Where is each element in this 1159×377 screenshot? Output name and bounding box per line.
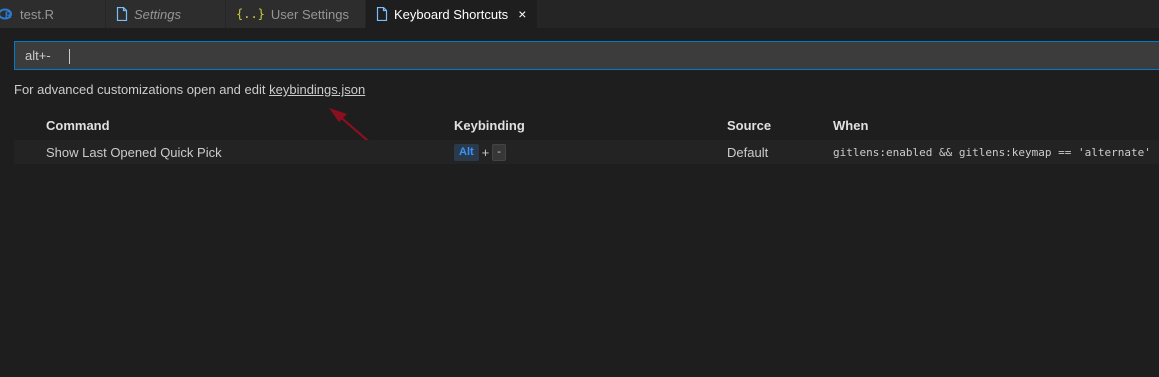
text-cursor	[69, 49, 70, 64]
tab-user-settings[interactable]: {..} User Settings	[226, 0, 366, 28]
keybindings-table-header: Command Keybinding Source When	[14, 115, 1159, 137]
column-header-source[interactable]: Source	[727, 118, 771, 133]
table-row[interactable]: Show Last Opened Quick Pick Alt + - Defa…	[14, 140, 1159, 164]
file-icon	[376, 7, 388, 21]
tab-label: Settings	[134, 6, 181, 22]
r-file-icon: R	[0, 7, 14, 21]
customization-hint: For advanced customizations open and edi…	[14, 82, 365, 97]
close-icon[interactable]: ×	[518, 7, 526, 21]
tab-keyboard-shortcuts[interactable]: Keyboard Shortcuts ×	[366, 0, 538, 28]
column-header-keybinding[interactable]: Keybinding	[454, 118, 525, 133]
tab-label: test.R	[20, 6, 54, 22]
svg-text:R: R	[5, 10, 12, 20]
column-header-command[interactable]: Command	[46, 118, 110, 133]
tab-settings[interactable]: Settings	[106, 0, 226, 28]
tab-label: Keyboard Shortcuts	[394, 6, 509, 22]
tab-test-r[interactable]: R test.R	[0, 0, 106, 28]
hint-text: For advanced customizations open and edi…	[14, 82, 270, 97]
json-braces-icon: {..}	[236, 7, 265, 21]
tab-label: User Settings	[270, 6, 349, 22]
keyboard-shortcuts-editor: R test.R Settings {..} User Settings Key…	[0, 0, 1159, 377]
keycap-alt: Alt	[454, 144, 479, 161]
key-separator: +	[481, 145, 490, 160]
search-keybindings-box[interactable]	[14, 41, 1159, 70]
keycap-minus: -	[492, 144, 506, 161]
when-cell: gitlens:enabled && gitlens:keymap == 'al…	[833, 146, 1151, 159]
editor-tab-bar: R test.R Settings {..} User Settings Key…	[0, 0, 1159, 28]
search-input[interactable]	[25, 48, 1125, 63]
keybindings-json-link[interactable]: keybindings.json	[269, 82, 365, 97]
command-cell: Show Last Opened Quick Pick	[46, 145, 222, 160]
column-header-when[interactable]: When	[833, 118, 868, 133]
keybinding-cell[interactable]: Alt + -	[454, 144, 506, 161]
source-cell: Default	[727, 145, 769, 160]
file-icon	[116, 7, 128, 21]
